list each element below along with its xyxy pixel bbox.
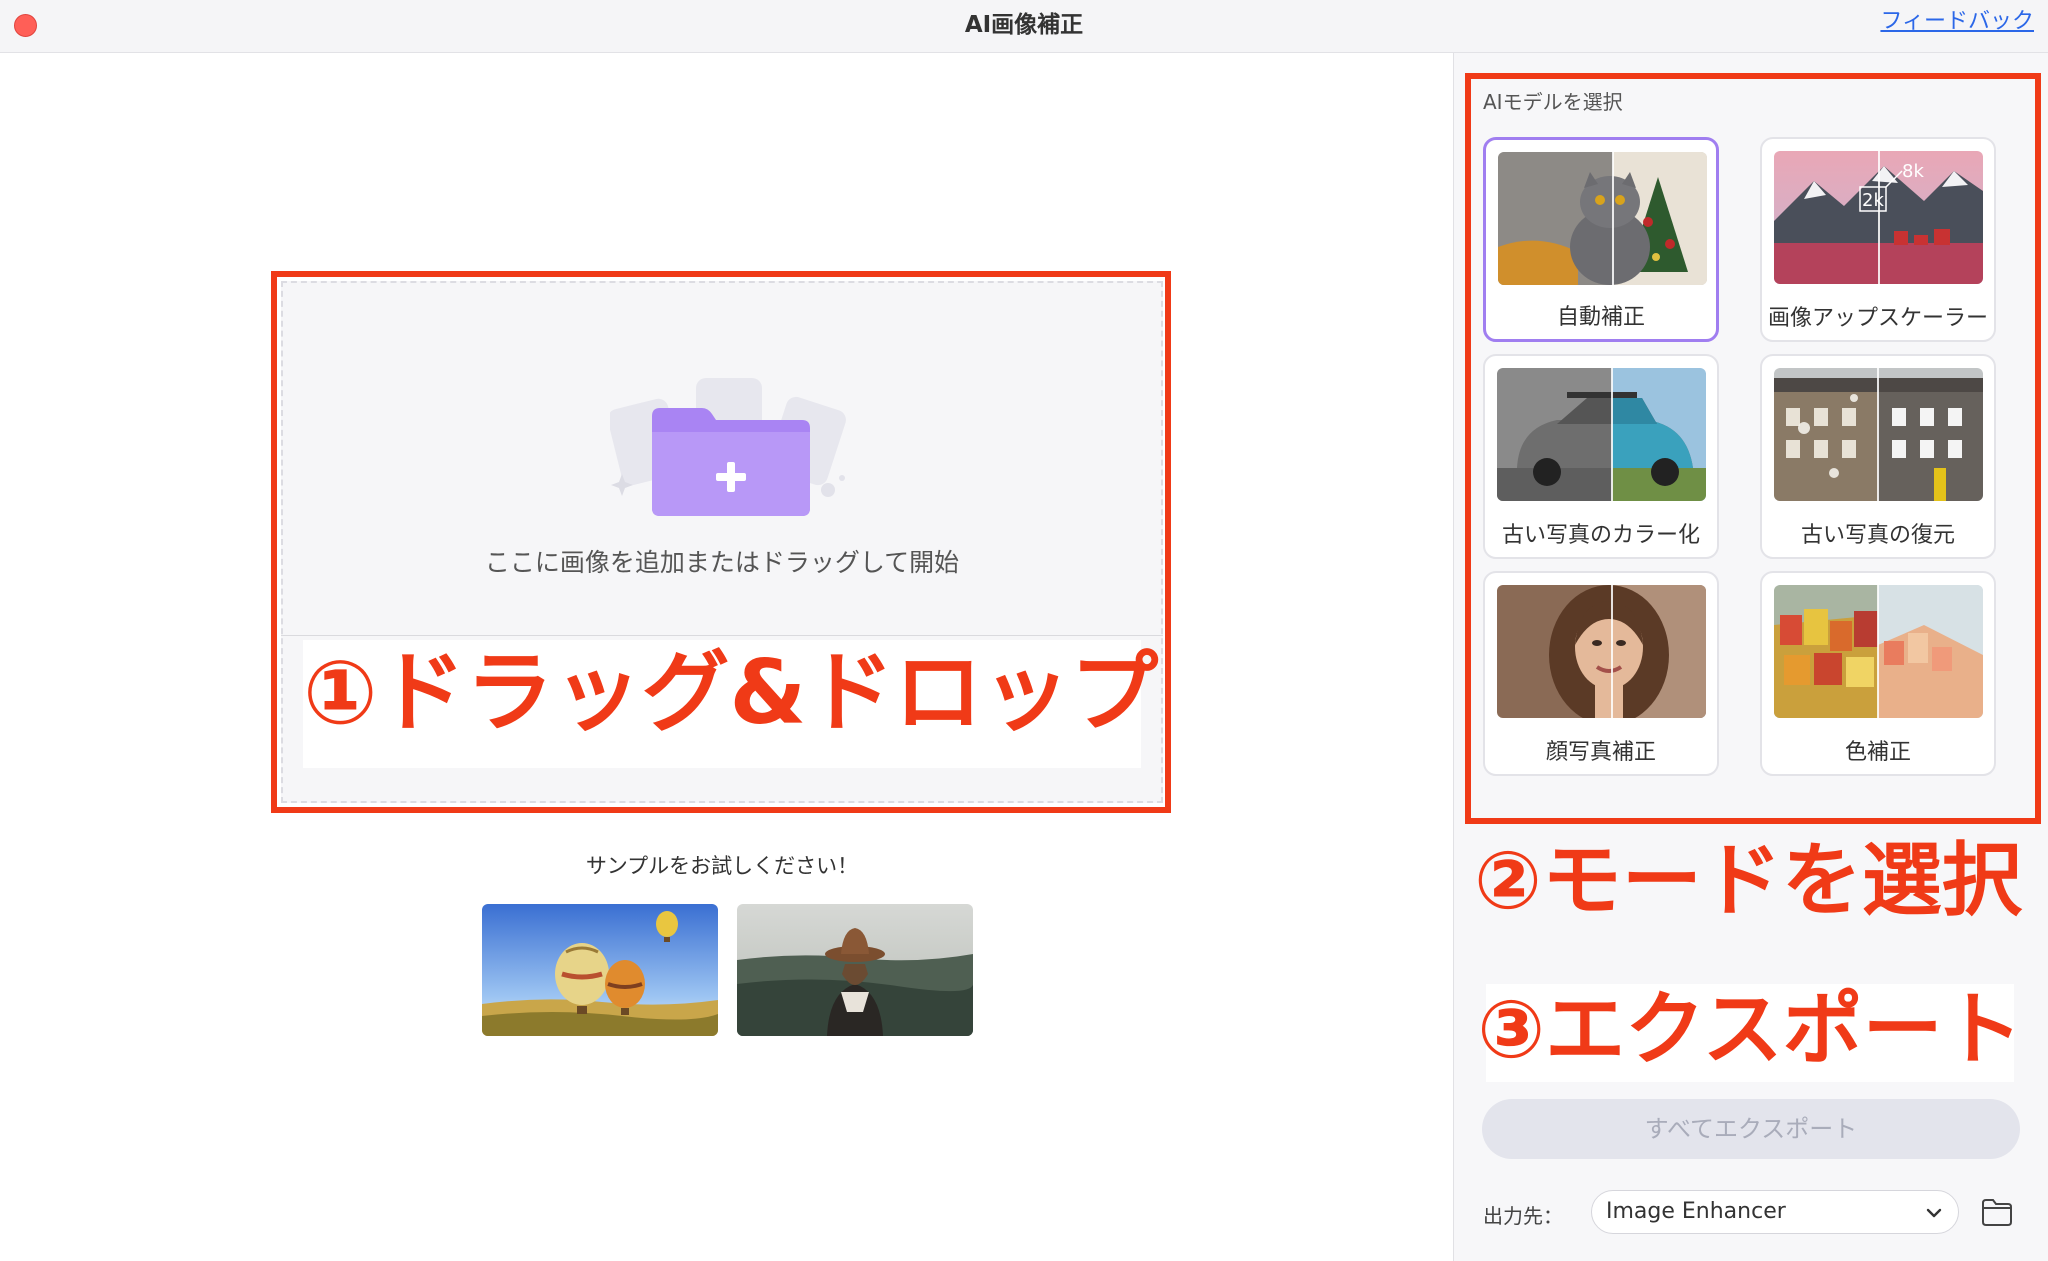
output-destination-label: 出力先： (1483, 1204, 1563, 1228)
annotation-ai-model-outline (1465, 73, 2041, 824)
sample-image-woman-hat[interactable] (737, 904, 973, 1036)
sample-image-balloons[interactable] (482, 904, 718, 1036)
open-folder-icon[interactable] (1981, 1197, 2013, 1227)
samples-label: サンプルをお試しください！ (585, 854, 859, 878)
feedback-link[interactable]: フィードバック (1880, 3, 2034, 35)
annotation-step2: ②モードを選択 (1474, 834, 2022, 927)
annotation-step3: ③エクスポート (1477, 983, 2023, 1076)
chevron-down-icon (1926, 1208, 1942, 1218)
export-all-button[interactable]: すべてエクスポート (1482, 1099, 2020, 1159)
title-bar: AI画像補正 フィードバック (0, 0, 2048, 53)
window-title: AI画像補正 (964, 12, 1084, 38)
output-destination-select[interactable]: Image Enhancer (1591, 1190, 1959, 1234)
annotation-dropzone-outline (271, 271, 1171, 813)
output-destination-value: Image Enhancer (1606, 1199, 1786, 1224)
